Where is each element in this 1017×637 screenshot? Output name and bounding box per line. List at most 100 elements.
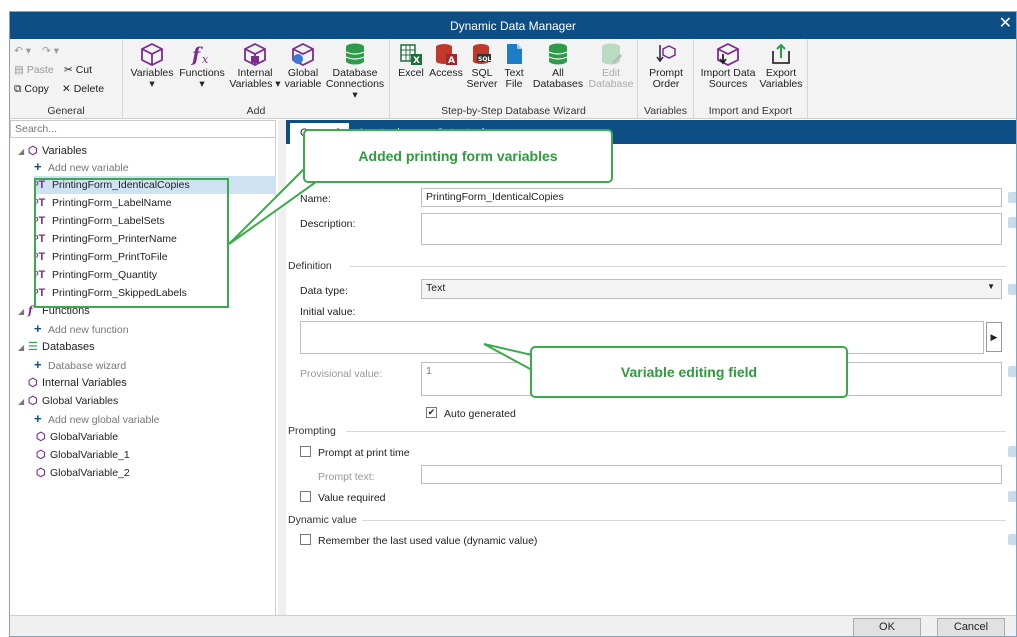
tree-add-new-global-variable[interactable]: + Add new global variable — [34, 410, 160, 428]
cancel-button[interactable]: Cancel — [937, 618, 1005, 636]
tree-node-global-variables[interactable]: ◢ ⬡ Global Variables — [18, 392, 118, 410]
edit-database-button[interactable]: Edit Database — [588, 42, 634, 90]
excel-button[interactable]: X Excel — [396, 42, 426, 79]
plus-icon: + — [34, 411, 42, 426]
global-variable-name: GlobalVariable_1 — [50, 449, 130, 461]
excel-icon: X — [400, 44, 422, 66]
sql-server-button[interactable]: SQL SQL Server — [466, 42, 498, 90]
title-bar: Dynamic Data Manager ✕ — [10, 12, 1016, 39]
window-title: Dynamic Data Manager — [449, 19, 577, 33]
panel-splitter[interactable] — [278, 120, 286, 615]
search-input[interactable] — [10, 120, 276, 138]
dynamic-data-manager-window: Dynamic Data Manager ✕ ↶ ▾ ↷ ▾ ▤ Paste ✂… — [9, 11, 1017, 637]
database-connections-button[interactable]: Database Connections ▾ — [323, 42, 387, 101]
data-type-value: Text — [426, 282, 446, 294]
description-input[interactable] — [421, 213, 1002, 245]
prompt-at-print-checkbox[interactable] — [300, 446, 311, 457]
prompt-at-print-label: Prompt at print time — [318, 447, 410, 459]
prompt-order-button[interactable]: Prompt Order — [642, 42, 690, 90]
divider — [350, 266, 1006, 267]
remember-last-value-checkbox[interactable] — [300, 534, 311, 545]
tree-global-item[interactable]: ⬡ GlobalVariable_2 — [36, 464, 130, 482]
help-icon[interactable] — [1008, 217, 1016, 228]
collapse-triangle-icon[interactable]: ◢ — [18, 393, 28, 411]
ribbon-group-general: ↶ ▾ ↷ ▾ ▤ Paste ✂ Cut ⧉ Copy ✕ Delete Ge… — [10, 39, 123, 119]
value-required-checkbox[interactable] — [300, 491, 311, 502]
help-icon[interactable] — [1008, 192, 1016, 203]
definition-section-title: Definition — [288, 260, 332, 272]
paste-label: Paste — [26, 64, 54, 76]
import-label: Import Data Sources — [700, 67, 756, 90]
access-button[interactable]: A Access — [428, 42, 464, 79]
cube-icon — [141, 42, 163, 66]
insert-data-source-button[interactable]: ▶ — [986, 322, 1002, 352]
help-icon[interactable] — [1008, 366, 1016, 377]
tree-add-new-variable[interactable]: + Add new variable — [34, 158, 129, 176]
group-label-variables: Variables — [644, 105, 687, 117]
cut-button[interactable]: ✂ Cut — [64, 64, 92, 76]
svg-text:SQL: SQL — [478, 56, 491, 63]
copy-button[interactable]: ⧉ Copy — [14, 83, 49, 96]
ribbon: ↶ ▾ ↷ ▾ ▤ Paste ✂ Cut ⧉ Copy ✕ Delete Ge… — [10, 39, 1016, 119]
name-label: Name: — [300, 193, 331, 205]
tree-add-new-function[interactable]: + Add new function — [34, 320, 129, 338]
tree-database-wizard[interactable]: + Database wizard — [34, 356, 126, 374]
tree-node-databases[interactable]: ◢ ☰ Databases — [18, 338, 95, 356]
add-new-global-variable-label: Add new global variable — [48, 414, 160, 426]
prompt-order-label: Prompt Order — [649, 67, 683, 90]
ok-button[interactable]: OK — [853, 618, 921, 636]
tree-label-variables: Variables — [42, 145, 88, 157]
help-icon[interactable] — [1008, 534, 1016, 545]
import-icon — [717, 42, 739, 66]
description-label: Description: — [300, 218, 356, 230]
copy-label: Copy — [24, 83, 49, 95]
ribbon-group-add: Variables ▾ fx Functions ▾ Internal Variab… — [123, 39, 390, 119]
delete-icon: ✕ — [62, 83, 74, 95]
text-file-button[interactable]: Text File — [500, 42, 528, 90]
help-icon[interactable] — [1008, 491, 1016, 502]
delete-button[interactable]: ✕ Delete — [62, 83, 104, 95]
tree-global-item[interactable]: ⬡ GlobalVariable_1 — [36, 446, 130, 464]
ribbon-group-wizard: X Excel A Access SQL SQL Server Text Fil… — [390, 39, 638, 119]
svg-text:A: A — [448, 56, 455, 66]
help-icon[interactable] — [1008, 284, 1016, 295]
global-variable-icon: ⬡ — [36, 449, 46, 461]
tree-label-internal-variables: Internal Variables — [42, 377, 127, 389]
collapse-triangle-icon[interactable]: ◢ — [18, 303, 28, 321]
paste-button[interactable]: ▤ Paste — [14, 64, 54, 76]
tree-global-item[interactable]: ⬡ GlobalVariable — [36, 428, 118, 446]
import-data-sources-button[interactable]: Import Data Sources — [700, 42, 756, 90]
collapse-triangle-icon[interactable]: ◢ — [18, 143, 28, 161]
remember-last-value-label: Remember the last used value (dynamic va… — [318, 535, 538, 547]
internal-variables-icon: ⬡ — [28, 377, 38, 389]
functions-button[interactable]: fx Functions ▾ — [177, 42, 227, 90]
internal-variables-button[interactable]: Internal Variables ▾ — [229, 42, 281, 90]
value-required-label: Value required — [318, 492, 386, 504]
name-input[interactable]: PrintingForm_IdenticalCopies — [421, 188, 1002, 207]
data-type-select[interactable]: Text ▼ — [421, 279, 1002, 299]
auto-generated-checkbox[interactable]: ✔ — [426, 407, 437, 418]
access-icon: A — [436, 44, 457, 66]
global-variable-icon: ⬡ — [36, 431, 46, 443]
all-databases-button[interactable]: All Databases — [530, 42, 586, 90]
collapse-triangle-icon[interactable]: ◢ — [18, 339, 28, 357]
plus-icon: + — [34, 357, 42, 372]
help-icon[interactable] — [1008, 446, 1016, 457]
close-icon[interactable]: ✕ — [999, 16, 1012, 32]
auto-generated-label: Auto generated — [444, 408, 516, 420]
text-file-label: Text File — [504, 67, 524, 90]
divider — [346, 431, 1006, 432]
undo-button[interactable]: ↶ ▾ — [14, 45, 31, 57]
edit-database-label: Edit Database — [588, 67, 634, 90]
group-label-import-export: Import and Export — [708, 105, 793, 117]
scissors-icon: ✂ — [64, 64, 76, 76]
export-variables-button[interactable]: Export Variables — [758, 42, 804, 90]
redo-button[interactable]: ↷ ▾ — [42, 45, 59, 57]
prompt-text-input[interactable] — [421, 465, 1002, 484]
database-icon — [345, 43, 365, 65]
tree-node-internal-variables[interactable]: ⬡ Internal Variables — [28, 374, 127, 392]
global-variable-button[interactable]: Global variable — [283, 42, 323, 90]
variables-button[interactable]: Variables ▾ — [127, 42, 177, 90]
plus-icon: + — [34, 321, 42, 336]
access-label: Access — [429, 67, 463, 79]
